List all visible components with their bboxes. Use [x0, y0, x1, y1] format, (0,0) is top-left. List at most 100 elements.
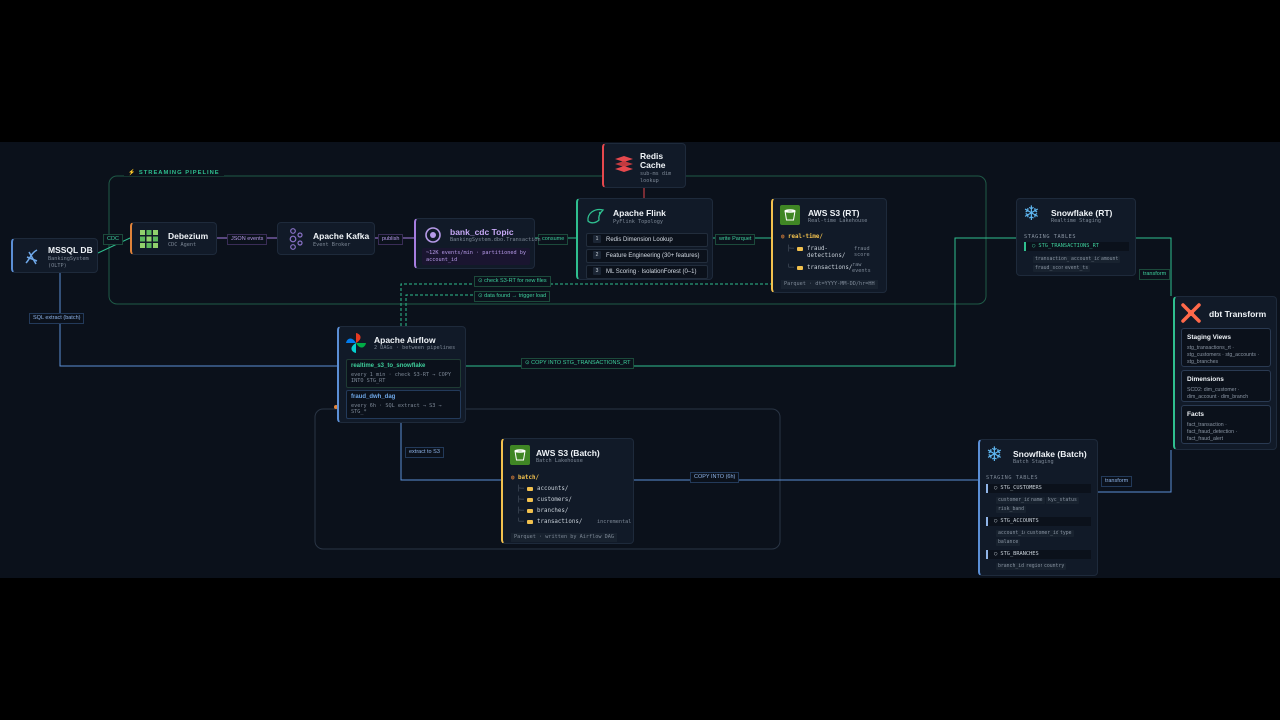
kafka-sub: Event Broker [313, 242, 351, 248]
edge-label-json-events: JSON events [227, 234, 268, 245]
snowflake-rt-section: STAGING TABLES [1024, 234, 1077, 240]
s3-batch-root: ◍ batch/ [511, 475, 539, 481]
dbt-icon [1181, 303, 1201, 323]
stg-accounts-row: ○ STG_ACCOUNTS [986, 517, 1091, 526]
s3-rt-folder-fraud-2: detections/ [807, 253, 846, 259]
flink-step-1-label: Redis Dimension Lookup [606, 237, 673, 243]
s3-batch-folder: └─ transactions/ [517, 519, 583, 525]
kafka-node[interactable]: Apache Kafka Event Broker [277, 222, 375, 255]
bank-cdc-topic-node[interactable]: bank_cdc Topic BankingSystem.dbo.Transac… [414, 218, 541, 269]
mssql-sub-1: BankingSystem [48, 256, 89, 262]
edge-label-write-parquet: write Parquet [715, 234, 756, 245]
col-tag: kyc_status [1046, 497, 1079, 504]
folder-icon [526, 486, 533, 491]
snowflake-rt-table: ○ STG_TRANSACTIONS_RT [1024, 242, 1129, 251]
s3-rt-root-label: real-time/ [788, 234, 823, 240]
redis-sub-2: lookup [640, 178, 659, 184]
snowflake-batch-section: STAGING TABLES [986, 475, 1039, 481]
airflow-sub: 2 DAGs · between pipelines [374, 345, 456, 351]
table-icon: ○ [994, 518, 998, 524]
redis-node[interactable]: Redis Cache sub-ms dim lookup [602, 143, 686, 188]
table-icon: ○ [994, 485, 998, 491]
flink-step-3-num: 3 [593, 267, 601, 276]
mssql-sub-2: (OLTP) [48, 263, 67, 269]
dag-realtime[interactable]: realtime_s3_to_snowflake every 1 min · c… [346, 359, 461, 388]
s3-batch-folder-label: branches/ [536, 508, 569, 514]
s3-rt-folder-1a: fraud- [806, 246, 828, 252]
stg-table-name: STG_ACCOUNTS [1000, 518, 1039, 524]
col-tag: account_id [1069, 256, 1102, 263]
s3-rt-note-2b: events [852, 268, 871, 274]
topic-detail-box: ~12K events/min · partitioned by account… [422, 248, 530, 265]
topic-detail-1: ~12K events/min · partitioned by [426, 250, 526, 256]
dbt-staging-views: Staging Views stg_transactions_rt · stg_… [1181, 328, 1271, 367]
flink-icon [587, 208, 605, 224]
s3-bucket-icon [510, 445, 530, 465]
col-tag: customer_id [996, 497, 1032, 504]
flink-node[interactable]: Apache Flink PyFlink Topology 1 Redis Dim… [576, 198, 713, 280]
kafka-title: Apache Kafka [313, 231, 370, 241]
edge-label-transform-batch: transform [1101, 476, 1133, 487]
s3-batch-folder-label: transactions/ [536, 519, 583, 525]
debezium-node[interactable]: Debezium CDC Agent [130, 222, 217, 255]
redis-title-2: Cache [640, 160, 666, 170]
s3-rt-note-1b: score [854, 252, 870, 258]
bolt-icon: ⚡ [128, 170, 137, 176]
table-icon: ○ [1032, 243, 1036, 249]
edge-label-data-found: ⊙ data found → trigger load [474, 291, 551, 302]
dag-realtime-name: realtime_s3_to_snowflake [351, 363, 426, 369]
edge-label-publish: publish [378, 234, 404, 245]
kafka-topic-icon [425, 227, 441, 243]
col-tag: name [1029, 497, 1045, 504]
col-tag: event_ts [1063, 265, 1091, 272]
snowflake-rt-table-name: STG_TRANSACTIONS_RT [1038, 243, 1099, 249]
edge-label-check-s3: ⊙ check S3-RT for new files [474, 276, 551, 287]
dbt-section-title: Facts [1187, 411, 1204, 418]
s3-batch-title: AWS S3 (Batch) [536, 448, 600, 458]
snowflake-batch-title: Snowflake (Batch) [1013, 449, 1087, 459]
col-tag: risk_band [996, 506, 1026, 513]
edge-label-consume: consume [538, 234, 569, 245]
dag-fraud-dwh[interactable]: fraud_dwh_dag every 6h · SQL extract → S… [346, 390, 461, 419]
s3-rt-folder-fraud: ├─ fraud- [787, 246, 828, 252]
s3-batch-folder: ├─ accounts/ [517, 486, 569, 492]
topic-sub: BankingSystem.dbo.Transaction [450, 237, 541, 243]
flink-step-2-label: Feature Engineering (30+ features) [606, 253, 700, 259]
dbt-section-title: Staging Views [1187, 334, 1231, 341]
stg-customers-row: ○ STG_CUSTOMERS [986, 484, 1091, 493]
edge-label-transform-rt: transform [1139, 269, 1171, 280]
redis-icon [615, 156, 633, 172]
folder-icon [526, 519, 533, 524]
col-tag: amount [1099, 256, 1121, 263]
debezium-sub: CDC Agent [168, 242, 197, 248]
col-tag: balance [996, 539, 1021, 546]
mssql-node[interactable]: MSSQL DB BankingSystem (OLTP) [11, 238, 98, 273]
s3-rt-sub: Real-time Lakehouse [808, 218, 868, 224]
s3-batch-root-label: batch/ [518, 475, 539, 481]
debezium-icon [140, 230, 158, 248]
s3-batch-node[interactable]: AWS S3 (Batch) Batch Lakehouse ◍ batch/ … [501, 438, 634, 544]
edge-label-extract-s3: extract to S3 [405, 447, 444, 458]
connection-wires [59, 175, 1172, 550]
airflow-icon [346, 333, 366, 353]
s3-rt-root: ◍ real-time/ [781, 234, 823, 240]
edge-label-sql-extract: SQL extract (batch) [29, 313, 85, 324]
dbt-title: dbt Transform [1209, 309, 1267, 319]
snowflake-rt-node[interactable]: ❄ Snowflake (RT) Realtime Staging STAGIN… [1016, 198, 1136, 276]
folder-icon [526, 497, 533, 502]
flink-step-3: 3 ML Scoring · IsolationForest (0–1) [586, 265, 708, 279]
debezium-title: Debezium [168, 231, 209, 241]
s3-batch-folder-label: accounts/ [536, 486, 569, 492]
table-icon: ○ [994, 551, 998, 557]
edge-label-copy-6h: COPY INTO (6h) [690, 472, 740, 483]
s3-batch-sub: Batch Lakehouse [536, 458, 583, 464]
s3-bucket-icon [780, 205, 800, 225]
snowflake-batch-sub: Batch Staging [1013, 459, 1054, 465]
s3-rt-node[interactable]: AWS S3 (RT) Real-time Lakehouse ◍ real-t… [771, 198, 887, 293]
folder-icon [526, 508, 533, 513]
snowflake-batch-node[interactable]: ❄ Snowflake (Batch) Batch Staging STAGIN… [978, 439, 1098, 576]
airflow-node[interactable]: Apache Airflow 2 DAGs · between pipeline… [337, 326, 466, 423]
sql-server-icon [25, 249, 38, 265]
folder-icon [796, 246, 803, 251]
snowflake-rt-title: Snowflake (RT) [1051, 208, 1113, 218]
